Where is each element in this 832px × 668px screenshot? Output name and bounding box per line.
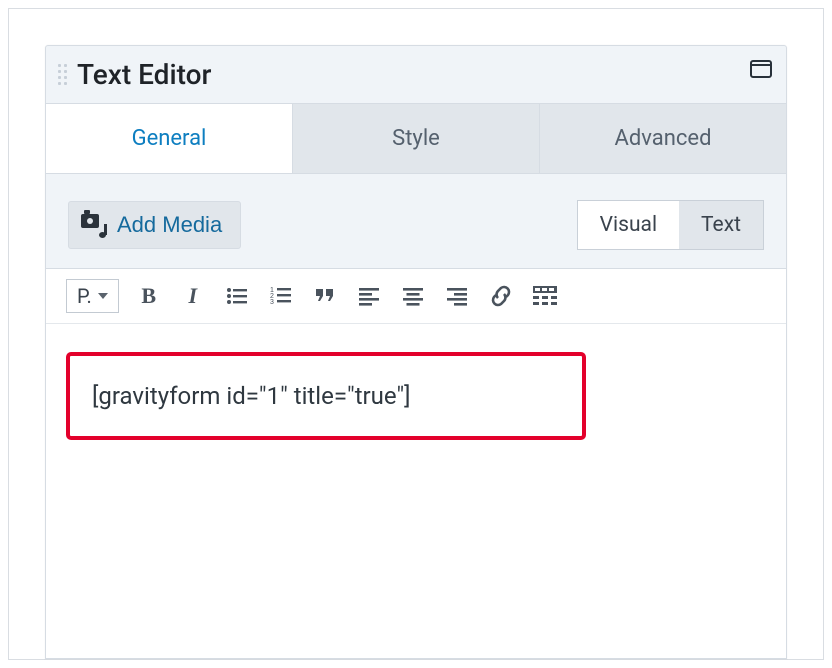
blockquote-button[interactable] [311, 282, 339, 310]
numbered-list-button[interactable]: 123 [267, 282, 295, 310]
panel-title: Text Editor [77, 58, 211, 91]
panel-header: Text Editor [46, 46, 786, 103]
tab-advanced[interactable]: Advanced [540, 104, 786, 173]
align-center-button[interactable] [399, 282, 427, 310]
text-editor-panel: Text Editor General Style Advanced Add M… [45, 45, 787, 659]
editor-mode-tabs: Visual Text [577, 200, 764, 250]
paragraph-format-select[interactable]: P. [66, 279, 119, 313]
chevron-down-icon [98, 293, 108, 299]
camera-music-icon [81, 214, 107, 236]
drag-handle-icon[interactable] [54, 64, 67, 85]
tab-style[interactable]: Style [293, 104, 540, 173]
shortcode-text[interactable]: [gravityform id="1" title="true"] [92, 382, 411, 410]
settings-tabs: General Style Advanced [46, 103, 786, 174]
editor-content[interactable]: [gravityform id="1" title="true"] [46, 324, 786, 658]
paragraph-format-label: P. [77, 284, 92, 308]
highlight-annotation: [gravityform id="1" title="true"] [66, 352, 586, 440]
italic-button[interactable]: I [179, 282, 207, 310]
media-toolbar: Add Media Visual Text [46, 174, 786, 268]
outer-frame: Text Editor General Style Advanced Add M… [8, 8, 824, 660]
align-right-button[interactable] [443, 282, 471, 310]
add-media-button[interactable]: Add Media [68, 201, 241, 249]
tab-general[interactable]: General [46, 104, 293, 173]
tab-visual[interactable]: Visual [578, 201, 679, 249]
window-icon[interactable] [750, 60, 772, 78]
tab-text[interactable]: Text [679, 201, 763, 249]
svg-text:3: 3 [270, 299, 274, 306]
format-toolbar: P. B I 123 [46, 269, 786, 324]
toolbar-toggle-button[interactable] [531, 282, 559, 310]
add-media-label: Add Media [117, 212, 222, 238]
bold-button[interactable]: B [135, 282, 163, 310]
link-button[interactable] [487, 282, 515, 310]
align-left-button[interactable] [355, 282, 383, 310]
bullet-list-button[interactable] [223, 282, 251, 310]
editor-area: P. B I 123 [46, 268, 786, 658]
